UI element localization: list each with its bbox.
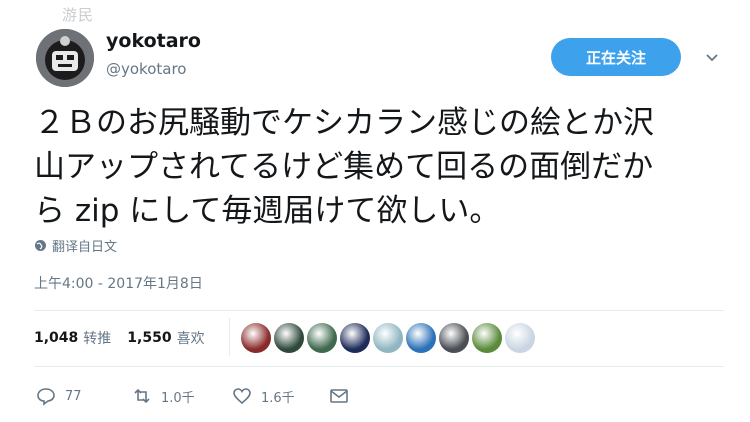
- retweets-count: 1,048: [34, 330, 79, 346]
- watermark: 游民: [62, 6, 95, 24]
- heart-icon: [233, 388, 251, 405]
- avatar-7[interactable]: [439, 323, 469, 353]
- avatar-6[interactable]: [406, 323, 436, 353]
- translate-label[interactable]: 翻译自日文: [52, 236, 117, 255]
- tweet-line: ２Ｂのお尻騒動でケシカラン感じの絵とか沢: [34, 105, 654, 141]
- like-count: 1.6千: [261, 390, 295, 406]
- avatar-1[interactable]: [241, 323, 271, 353]
- tweet-actions: 77 1.0千 1.6千: [36, 386, 349, 406]
- following-button[interactable]: 正在关注: [551, 38, 681, 76]
- tweet-line: ら zip にして毎週届けて欲しい。: [34, 193, 501, 229]
- user-avatar-icon: [36, 29, 94, 87]
- avatar-3[interactable]: [307, 323, 337, 353]
- avatar-4[interactable]: [340, 323, 370, 353]
- avatar[interactable]: [36, 29, 94, 87]
- tweet-text: ２Ｂのお尻騒動でケシカラン感じの絵とか沢 山アップされてるけど集めて回るの面倒だ…: [34, 101, 734, 233]
- chevron-down-icon[interactable]: [704, 50, 720, 66]
- likes-label: 喜欢: [176, 331, 205, 347]
- divider: [229, 318, 230, 356]
- likes-count: 1,550: [127, 330, 172, 346]
- translate-link[interactable]: 翻译自日文: [34, 236, 117, 255]
- retweet-count: 1.0千: [161, 390, 195, 406]
- username[interactable]: yokotaro: [106, 30, 201, 52]
- retweets-stat[interactable]: 1,048 转推: [34, 328, 111, 348]
- liker-avatars: [241, 323, 535, 353]
- like-button[interactable]: 1.6千: [232, 386, 329, 406]
- tweet-timestamp[interactable]: 上午4:00 - 2017年1月8日: [34, 273, 203, 293]
- likes-stat[interactable]: 1,550 喜欢: [127, 328, 204, 348]
- avatar-9[interactable]: [505, 323, 535, 353]
- avatar-2[interactable]: [274, 323, 304, 353]
- reply-count: 77: [65, 388, 82, 404]
- retweet-button[interactable]: 1.0千: [132, 386, 232, 406]
- direct-message-button[interactable]: [329, 386, 349, 406]
- user-handle[interactable]: @yokotaro: [106, 60, 186, 78]
- envelope-icon: [330, 389, 348, 403]
- avatar-5[interactable]: [373, 323, 403, 353]
- divider: [34, 310, 724, 311]
- avatar-8[interactable]: [472, 323, 502, 353]
- retweet-icon: [134, 388, 150, 404]
- retweets-label: 转推: [83, 331, 112, 347]
- divider: [34, 366, 724, 367]
- reply-button[interactable]: 77: [36, 386, 132, 406]
- reply-icon: [37, 388, 55, 406]
- tweet-line: 山アップされてるけど集めて回るの面倒だか: [34, 149, 654, 185]
- tweet-stats: 1,048 转推 1,550 喜欢: [34, 328, 221, 348]
- globe-icon: [35, 240, 46, 251]
